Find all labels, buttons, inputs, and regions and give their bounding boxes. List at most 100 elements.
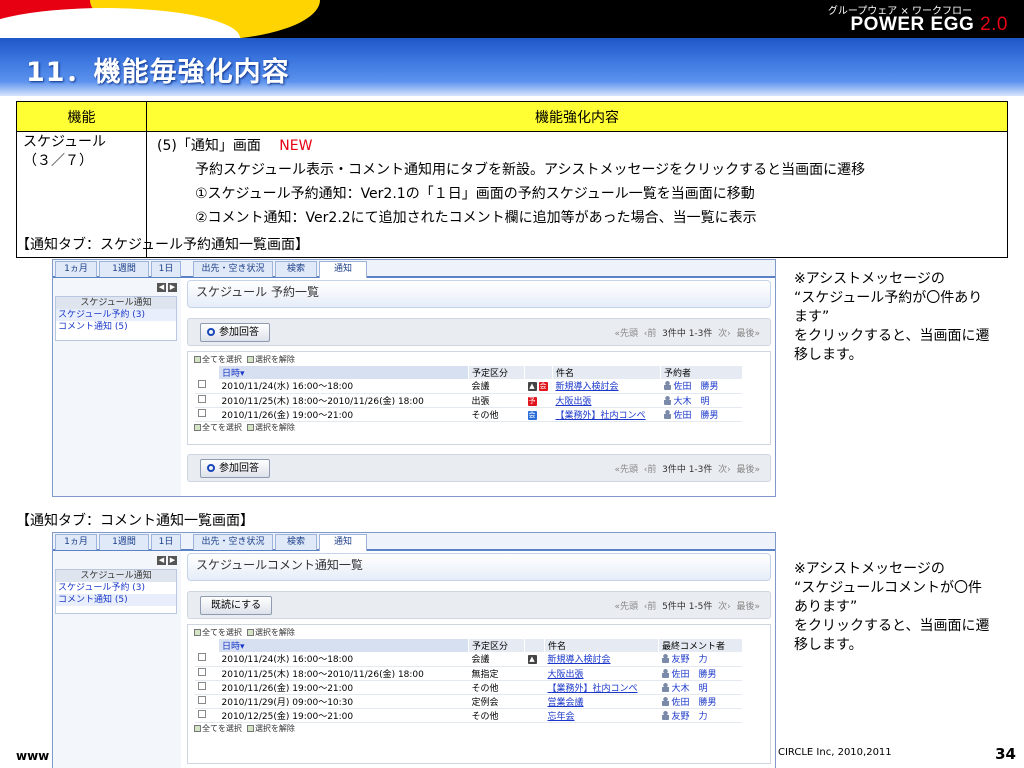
tab-bar: 1ヵ月 1週間 1日 出先・空き状況 検索 通知 bbox=[53, 533, 775, 551]
prev-arrow-icon[interactable]: ◀ bbox=[157, 556, 166, 565]
tab-search[interactable]: 検索 bbox=[275, 534, 317, 550]
prev-arrow-icon[interactable]: ◀ bbox=[157, 283, 166, 292]
row-checkbox[interactable] bbox=[197, 695, 206, 704]
header-title[interactable]: 件名 bbox=[552, 366, 661, 379]
check-all-icon bbox=[194, 356, 201, 363]
row-title-link[interactable]: 新規導入検討会 bbox=[556, 382, 619, 392]
deselect-all-link[interactable]: 選択を解除 bbox=[255, 628, 295, 637]
row-user[interactable]: 佐田 勝男 bbox=[672, 670, 717, 680]
tab-week[interactable]: 1週間 bbox=[99, 261, 149, 277]
feature-name: スケジュール bbox=[23, 134, 107, 150]
select-all-link[interactable]: 全てを選択 bbox=[202, 628, 242, 637]
pager-prev[interactable]: ‹前 bbox=[644, 329, 657, 339]
brand-name: POWER EGG bbox=[850, 14, 975, 35]
row-title-link[interactable]: 営業会議 bbox=[548, 698, 584, 708]
tab-day[interactable]: 1日 bbox=[151, 261, 181, 277]
deselect-all-link[interactable]: 選択を解除 bbox=[255, 355, 295, 364]
row-checkbox[interactable] bbox=[197, 653, 206, 662]
action-bar-top: 既読にする «先頭 ‹前 5件中 1-5件 次› 最後» bbox=[187, 591, 771, 619]
row-checkbox[interactable] bbox=[197, 408, 206, 417]
list-panel: 全てを選択 選択を解除 日時▾ 予定区分 件名 最終コメント者 2010/11/… bbox=[187, 624, 771, 764]
mark-read-button[interactable]: 既読にする bbox=[200, 596, 273, 615]
tab-availability[interactable]: 出先・空き状況 bbox=[193, 261, 273, 277]
pager-last[interactable]: 最後» bbox=[736, 465, 760, 475]
radio-icon bbox=[207, 464, 215, 472]
pager-next[interactable]: 次› bbox=[718, 329, 731, 339]
meeting-icon: ▲ bbox=[527, 382, 537, 392]
table-row: 2010/11/26(金) 19:00〜21:00 その他 【業務外】社内コンペ… bbox=[194, 680, 742, 695]
deselect-all-link[interactable]: 選択を解除 bbox=[255, 724, 295, 733]
header-title[interactable]: 件名 bbox=[544, 639, 659, 652]
select-controls-top: 全てを選択 選択を解除 bbox=[194, 627, 764, 639]
pager-info: 3件中 1-3件 bbox=[662, 465, 713, 475]
schedule-reservation-screenshot: 1ヵ月 1週間 1日 出先・空き状況 検索 通知 ◀ ▶ スケジュール通知 スケジ… bbox=[52, 259, 776, 497]
pager-last[interactable]: 最後» bbox=[736, 329, 760, 339]
select-all-link[interactable]: 全てを選択 bbox=[202, 423, 242, 432]
uncheck-all-icon bbox=[246, 423, 254, 431]
pager-first[interactable]: «先頭 bbox=[615, 329, 639, 339]
header-datetime[interactable]: 日時▾ bbox=[218, 366, 469, 379]
row-datetime: 2010/11/26(金) 19:00〜21:00 bbox=[218, 680, 469, 695]
row-title-link[interactable]: 【業務外】社内コンペ bbox=[556, 411, 646, 421]
pager-next[interactable]: 次› bbox=[718, 602, 731, 612]
row-title-link[interactable]: 忘年会 bbox=[548, 712, 575, 722]
attend-reply-label: 参加回答 bbox=[219, 327, 259, 338]
row-title-link[interactable]: 【業務外】社内コンペ bbox=[548, 684, 638, 694]
pager-prev[interactable]: ‹前 bbox=[644, 465, 657, 475]
header-datetime[interactable]: 日時▾ bbox=[218, 639, 469, 652]
pager-next[interactable]: 次› bbox=[718, 465, 731, 475]
tab-notification[interactable]: 通知 bbox=[319, 261, 367, 278]
tab-notification[interactable]: 通知 bbox=[319, 534, 367, 551]
tab-availability[interactable]: 出先・空き状況 bbox=[193, 534, 273, 550]
row-user[interactable]: 佐田 勝男 bbox=[674, 382, 719, 392]
row-user[interactable]: 大木 明 bbox=[672, 684, 708, 694]
next-arrow-icon[interactable]: ▶ bbox=[168, 556, 177, 565]
deselect-all-link[interactable]: 選択を解除 bbox=[255, 423, 295, 432]
header-user[interactable]: 予約者 bbox=[660, 366, 742, 379]
top-banner: グループウェア × ワークフロー POWER EGG 2.0 bbox=[0, 0, 1024, 38]
row-title-link[interactable]: 新規導入検討会 bbox=[548, 655, 611, 665]
sidebar-item-reservation[interactable]: スケジュール予約 (3) bbox=[56, 582, 176, 594]
row-checkbox[interactable] bbox=[197, 709, 206, 718]
attend-reply-button[interactable]: 参加回答 bbox=[200, 323, 270, 342]
radio-icon bbox=[207, 328, 215, 336]
row-user[interactable]: 友野 力 bbox=[672, 655, 708, 665]
tab-bar: 1ヵ月 1週間 1日 出先・空き状況 検索 通知 bbox=[53, 260, 775, 278]
row-user[interactable]: 佐田 勝男 bbox=[674, 411, 719, 421]
pager-last[interactable]: 最後» bbox=[736, 602, 760, 612]
row-user[interactable]: 大木 明 bbox=[674, 397, 710, 407]
header-last-commenter[interactable]: 最終コメント者 bbox=[658, 639, 742, 652]
enhancement-heading-text: (5)「通知」画面 bbox=[157, 138, 261, 154]
attend-reply-button[interactable]: 参加回答 bbox=[200, 459, 270, 478]
pager-prev[interactable]: ‹前 bbox=[644, 602, 657, 612]
row-checkbox[interactable] bbox=[197, 380, 206, 389]
sidebar: ◀ ▶ スケジュール通知 スケジュール予約 (3) コメント通知 (5) bbox=[53, 278, 181, 496]
row-category: その他 bbox=[468, 680, 525, 695]
select-all-link[interactable]: 全てを選択 bbox=[202, 355, 242, 364]
tab-search[interactable]: 検索 bbox=[275, 261, 317, 277]
row-checkbox[interactable] bbox=[197, 394, 206, 403]
select-all-link[interactable]: 全てを選択 bbox=[202, 724, 242, 733]
row-user[interactable]: 佐田 勝男 bbox=[672, 698, 717, 708]
row-checkbox[interactable] bbox=[197, 681, 206, 690]
tab-week[interactable]: 1週間 bbox=[99, 534, 149, 550]
header-category[interactable]: 予定区分 bbox=[468, 366, 525, 379]
sidebar-item-comment[interactable]: コメント通知 (5) bbox=[56, 594, 176, 606]
row-datetime: 2010/11/26(金) 19:00〜21:00 bbox=[218, 407, 469, 422]
enhancement-line: 予約スケジュール表示・コメント通知用にタブを新設。アシストメッセージをクリックす… bbox=[195, 162, 866, 178]
row-checkbox[interactable] bbox=[197, 667, 206, 676]
next-arrow-icon[interactable]: ▶ bbox=[168, 283, 177, 292]
row-title-link[interactable]: 大阪出張 bbox=[556, 397, 592, 407]
header-category[interactable]: 予定区分 bbox=[468, 639, 525, 652]
row-datetime: 2010/11/29(月) 09:00〜10:30 bbox=[218, 694, 469, 709]
tab-month[interactable]: 1ヵ月 bbox=[55, 534, 97, 550]
sidebar-item-reservation[interactable]: スケジュール予約 (3) bbox=[56, 309, 176, 321]
pager-first[interactable]: «先頭 bbox=[615, 465, 639, 475]
pager-info: 5件中 1-5件 bbox=[662, 602, 713, 612]
row-user[interactable]: 友野 力 bbox=[672, 712, 708, 722]
tab-day[interactable]: 1日 bbox=[151, 534, 181, 550]
row-title-link[interactable]: 大阪出張 bbox=[548, 670, 584, 680]
pager-first[interactable]: «先頭 bbox=[615, 602, 639, 612]
sidebar-item-comment[interactable]: コメント通知 (5) bbox=[56, 321, 176, 333]
tab-month[interactable]: 1ヵ月 bbox=[55, 261, 97, 277]
